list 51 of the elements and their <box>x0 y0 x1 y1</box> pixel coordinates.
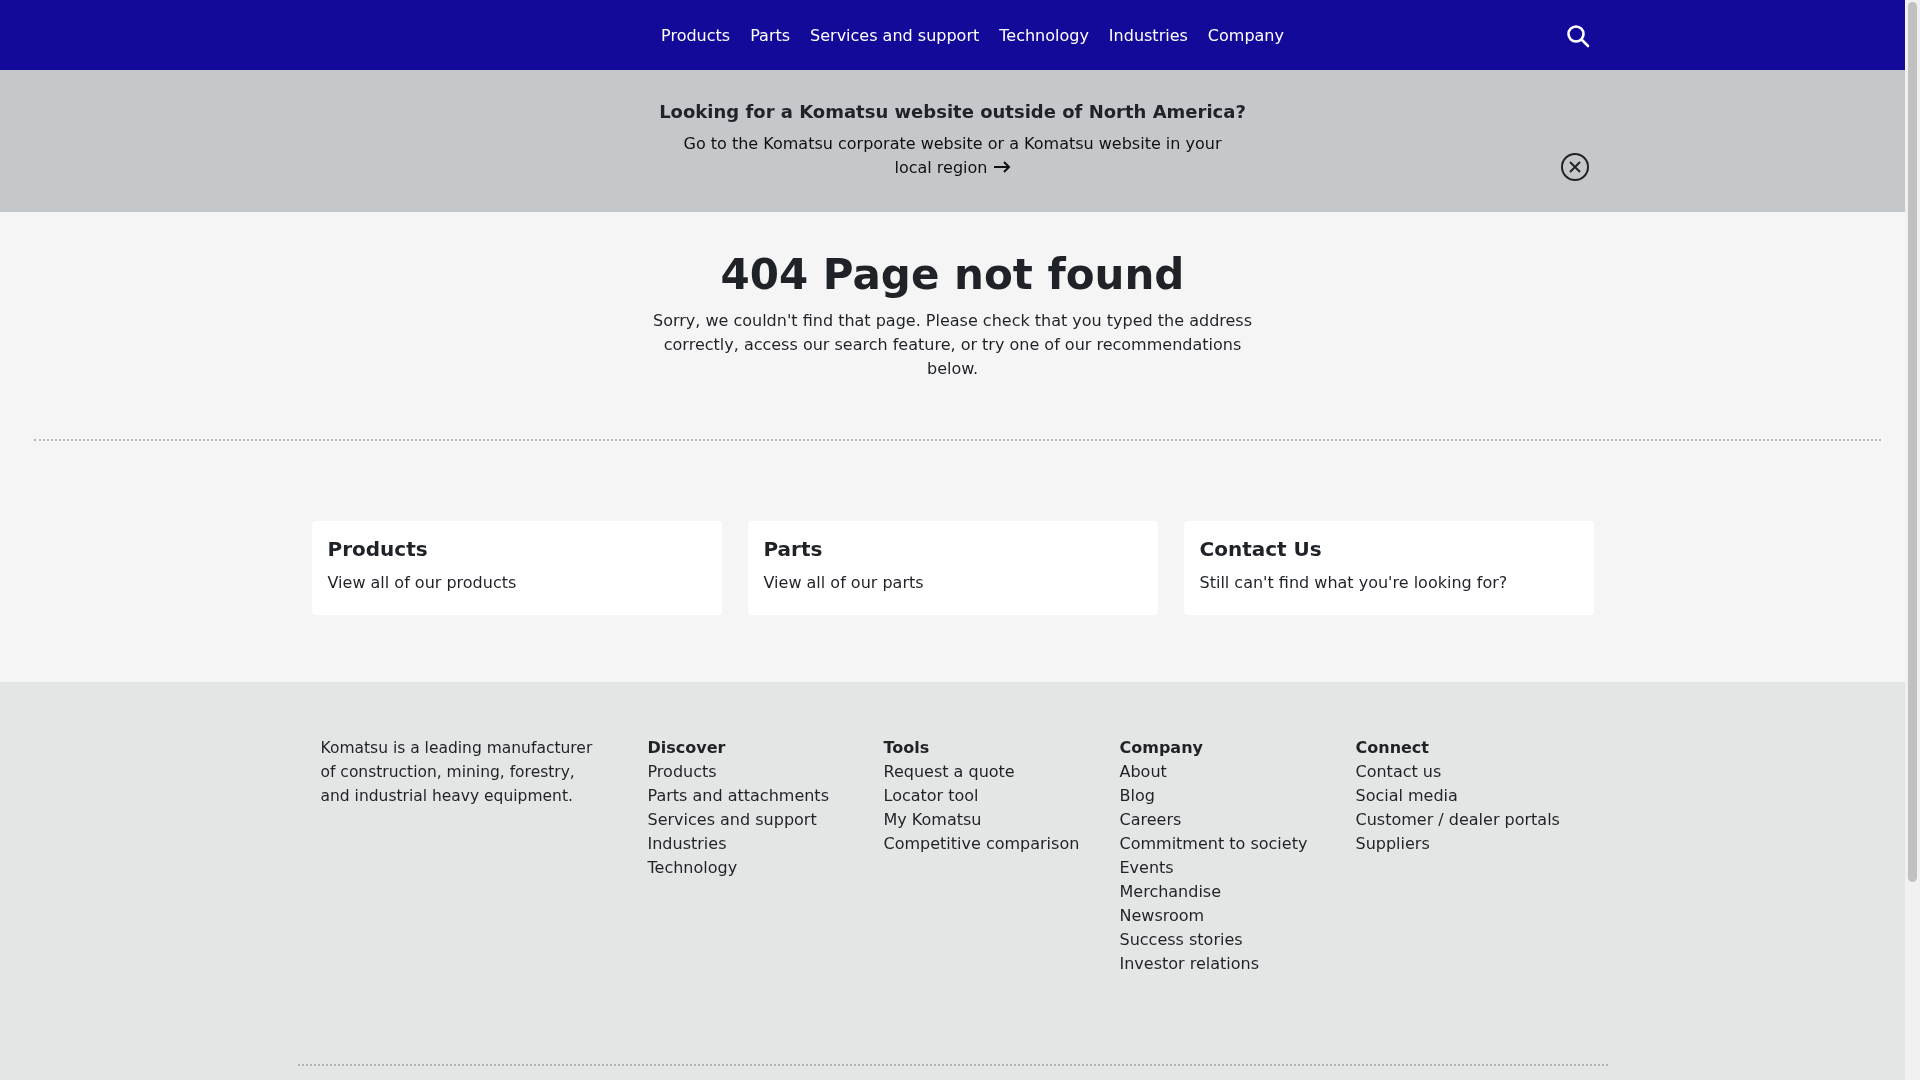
footer-link[interactable]: Contact us <box>1355 760 1592 784</box>
footer-link[interactable]: Events <box>1119 856 1356 880</box>
close-icon <box>1569 161 1581 173</box>
footer-link[interactable]: Competitive comparison <box>883 832 1120 856</box>
card-text: Still can't find what you're looking for? <box>1199 573 1509 592</box>
footer-heading: Connect <box>1355 737 1430 759</box>
arrow-right-icon <box>992 161 1011 173</box>
close-button[interactable] <box>1561 153 1589 181</box>
nav-link[interactable]: Technology <box>999 25 1089 45</box>
regional-website-link[interactable]: Go to the Komatsu corporate website or a Komatsu website in your local region <box>662 132 1243 180</box>
nav-link[interactable]: Parts <box>750 25 791 45</box>
footer-link[interactable]: Suppliers <box>1355 832 1592 856</box>
footer-heading: Discover <box>647 737 727 759</box>
recommendation-card[interactable]: Contact Us Still can't find what you're looking for? <box>1183 521 1594 615</box>
footer-link[interactable]: Services and support <box>647 808 884 832</box>
footer-link[interactable]: Industries <box>647 832 884 856</box>
error-message: Sorry, we couldn't find that page. Please check that you typed the address correctly, access our search feature, or try one of our recommendations below. <box>652 310 1253 380</box>
footer-link[interactable]: Merchandise <box>1119 880 1356 904</box>
company-description: Komatsu is a leading manufacturer of construction, mining, forestry, and industrial heavy equipment. <box>320 738 594 807</box>
footer-link[interactable]: Parts and attachments <box>647 784 884 808</box>
nav-link[interactable]: Products <box>661 25 731 45</box>
footer-link[interactable]: My Komatsu <box>883 808 1120 832</box>
footer-link[interactable]: Blog <box>1119 784 1356 808</box>
footer-link[interactable]: Careers <box>1119 808 1356 832</box>
nav-link[interactable]: Company <box>1207 25 1284 45</box>
footer-link[interactable]: Success stories <box>1119 928 1356 952</box>
footer-link[interactable]: Products <box>647 760 884 784</box>
search-icon <box>1566 24 1590 48</box>
footer-heading: Company <box>1119 737 1204 759</box>
footer-link[interactable]: Request a quote <box>883 760 1120 784</box>
banner-title: Looking for a Komatsu website outside of North America? <box>659 101 1246 122</box>
footer-link[interactable]: Investor relations <box>1119 952 1356 976</box>
footer-link[interactable]: Social media <box>1355 784 1592 808</box>
page-title: 404 Page not found <box>720 250 1185 299</box>
card-text: View all of our parts <box>763 573 925 592</box>
card-title: Contact Us <box>1199 537 1323 561</box>
footer-link[interactable]: Locator tool <box>883 784 1120 808</box>
search-button[interactable] <box>1566 24 1590 48</box>
footer-link[interactable]: Technology <box>647 856 884 880</box>
nav-link[interactable]: Industries <box>1108 25 1188 45</box>
nav-link[interactable]: Services and support <box>810 25 980 45</box>
card-title: Products <box>327 537 429 561</box>
recommendation-card[interactable]: Parts View all of our parts <box>747 521 1158 615</box>
footer-link[interactable]: Newsroom <box>1119 904 1356 928</box>
footer-link[interactable]: About <box>1119 760 1356 784</box>
card-text: View all of our products <box>327 573 518 592</box>
recommendation-card[interactable]: Products View all of our products <box>311 521 722 615</box>
footer-link[interactable]: Customer / dealer portals <box>1355 808 1592 832</box>
footer-link[interactable]: Commitment to society <box>1119 832 1356 856</box>
footer-heading: Tools <box>883 737 931 759</box>
card-title: Parts <box>763 537 824 561</box>
